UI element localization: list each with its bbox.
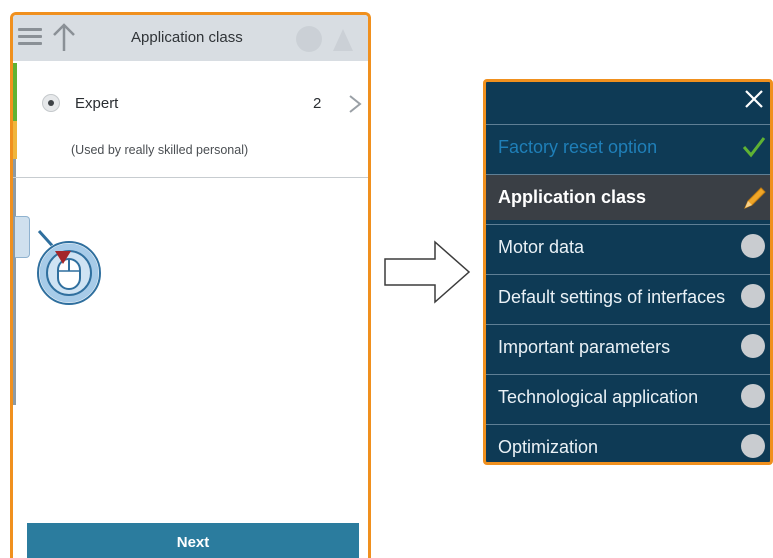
pending-dot-icon <box>741 234 765 258</box>
expert-option-label: Expert <box>75 95 119 112</box>
hamburger-menu-icon[interactable] <box>18 24 42 50</box>
status-stripe-green <box>13 63 17 121</box>
divider <box>13 177 368 178</box>
expert-radio[interactable] <box>42 94 60 112</box>
menu-item-technological-application[interactable]: Technological application <box>486 374 770 420</box>
menu-item-default-settings[interactable]: Default settings of interfaces <box>486 274 770 320</box>
phone-screen: Application class Expert 2 (Used by real… <box>10 12 371 558</box>
check-icon <box>741 134 767 165</box>
pending-dot-icon <box>741 284 765 308</box>
pencil-icon <box>741 184 769 217</box>
menu-item-factory-reset[interactable]: Factory reset option <box>486 124 770 170</box>
menu-item-application-class[interactable]: Application class <box>486 174 770 220</box>
transition-arrow-icon <box>383 239 473 310</box>
menu-item-important-parameters[interactable]: Important parameters <box>486 324 770 370</box>
menu-item-label: Application class <box>498 187 647 207</box>
pending-dot-icon <box>741 384 765 408</box>
up-arrow-icon[interactable] <box>51 21 77 58</box>
menu-item-label: Technological application <box>498 387 699 407</box>
close-icon[interactable] <box>741 86 767 117</box>
expert-option-description: (Used by really skilled personal) <box>71 143 249 157</box>
header-status-icons <box>291 23 361 55</box>
pending-dot-icon <box>741 434 765 458</box>
pending-dot-icon <box>741 334 765 358</box>
chevron-right-icon[interactable] <box>345 94 365 119</box>
status-stripe-orange <box>13 121 17 159</box>
menu-item-label: Default settings of interfaces <box>498 287 726 307</box>
page-title: Application class <box>131 29 243 46</box>
status-stripe-gray <box>13 159 16 405</box>
next-button[interactable]: Next <box>27 523 359 558</box>
menu-item-motor-data[interactable]: Motor data <box>486 224 770 270</box>
header-bar: Application class <box>13 15 368 61</box>
menu-item-label: Important parameters <box>498 337 671 357</box>
wizard-menu: Factory reset option Application class M… <box>483 79 773 465</box>
menu-item-label: Factory reset option <box>498 137 658 157</box>
menu-item-label: Motor data <box>498 237 585 257</box>
mouse-click-icon <box>27 227 111 312</box>
menu-item-label: Optimization <box>498 437 599 457</box>
menu-item-optimization[interactable]: Optimization <box>486 424 770 462</box>
expert-option-count: 2 <box>313 95 322 112</box>
